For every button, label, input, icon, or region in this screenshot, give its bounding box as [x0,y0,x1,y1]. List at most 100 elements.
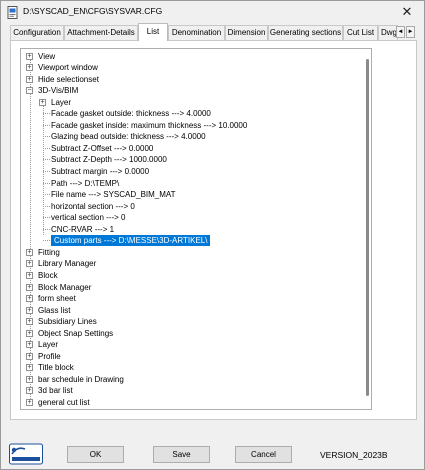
version-label: VERSION_2023B [320,450,388,460]
tree-item[interactable]: + Subsidiary Lines [21,316,366,327]
tree-child-item[interactable]: Custom parts ---> D:\MESSE\3D-ARTIKEL\ [21,235,366,247]
tree-item-label: bar schedule in Drawing [38,374,124,384]
tree-item[interactable]: + Block Manager [21,282,366,293]
tree-line [43,205,50,207]
expand-icon[interactable]: + [39,98,46,106]
expand-icon[interactable]: + [26,75,33,83]
expand-icon[interactable]: + [26,352,33,360]
tree-child-item[interactable]: Subtract Z-Depth ---> 1000.0000 [21,154,366,165]
syscad-logo [9,442,43,466]
expand-icon[interactable]: + [26,318,33,326]
cancel-button[interactable]: Cancel [235,446,292,463]
tree-child-item[interactable]: Glazing bead outside: thickness ---> 4.0… [21,131,366,142]
tree-item[interactable]: + Library Manager [21,258,366,269]
tree-item[interactable]: + Title block [21,362,366,373]
tree-line [43,147,50,149]
tree-item-label: Facade gasket inside: maximum thickness … [51,120,248,130]
tree-item-label: 3D-Vis/BIM [38,86,79,96]
tree-child-item[interactable]: Subtract margin ---> 0.0000 [21,166,366,177]
tree-item-label: Block [38,270,58,280]
expand-icon[interactable]: + [26,387,33,395]
tab-generating-sections[interactable]: Generating sections [268,25,343,40]
tree-child-item[interactable]: Facade gasket inside: maximum thickness … [21,120,366,131]
tree-line [43,159,50,161]
expand-icon[interactable]: + [26,306,33,314]
tree-item[interactable]: + Viewport window [21,62,366,73]
tree-scrollbar[interactable] [366,59,369,396]
tree-child-item[interactable]: Subtract Z-Offset ---> 0.0000 [21,143,366,154]
expand-icon[interactable]: + [26,295,33,303]
tree-item-label: View [38,51,56,61]
tree-line [43,124,50,126]
tree-item[interactable]: + general cut list [21,397,366,408]
tab-cut-list[interactable]: Cut List [343,25,378,40]
tree-item-label: Block Manager [38,282,92,292]
settings-tree[interactable]: + View + Viewport window + Hide selectionset −… [20,48,372,410]
tree-line [43,113,50,115]
tree-item-label: File name ---> SYSCAD_BIM_MAT [51,190,176,200]
expand-icon[interactable]: + [26,52,33,60]
tab-dwg[interactable]: Dwg [378,25,398,40]
tree-item[interactable]: + Fitting [21,247,366,258]
tree-child-item[interactable]: horizontal section ---> 0 [21,201,366,212]
tree-item-label: general cut list [38,398,90,407]
tree-child-item[interactable]: Path ---> D:\TEMP\ [21,178,366,189]
tab-configuration[interactable]: Configuration [10,25,64,40]
tree-line [43,228,50,230]
tab-list[interactable]: List [138,23,168,41]
document-icon [7,6,19,19]
tab-scroll-right-icon[interactable]: ► [406,26,415,38]
tree-child-item[interactable]: CNC-RVAR ---> 1 [21,224,366,235]
ok-button[interactable]: OK [67,446,124,463]
tree-item[interactable]: + Hide selectionset [21,74,366,85]
expand-icon[interactable]: + [26,260,33,268]
window-title: D:\SYSCAD_EN\CFG\SYSVAR.CFG [23,6,163,16]
tree-item-label: Subtract margin ---> 0.0000 [51,167,150,176]
tree-line [43,136,50,138]
expand-icon[interactable]: + [26,341,33,349]
tree-item-label: Library Manager [38,259,97,269]
tree-item[interactable]: + Layer [21,339,366,350]
tab-denomination[interactable]: Denomination [168,25,225,40]
expand-icon[interactable]: + [26,329,33,337]
tree-item[interactable]: + Profile [21,351,366,362]
tab-attachment-details[interactable]: Attachment-Details [64,25,138,40]
tree-child-item[interactable]: vertical section ---> 0 [21,212,366,223]
close-icon[interactable]: ✕ [396,2,418,22]
tab-bar: Configuration Attachment-Details List De… [10,23,417,41]
tree-item-label: Layer [38,340,59,350]
tree-item-label: Path ---> D:\TEMP\ [51,178,120,188]
expand-icon[interactable]: + [26,271,33,279]
tree-item-label: Glass list [38,305,71,315]
expand-icon[interactable]: + [26,375,33,383]
expand-icon[interactable]: + [26,283,33,291]
tree-item[interactable]: + bar schedule in Drawing [21,374,366,385]
tree-item-label: Glazing bead outside: thickness ---> 4.0… [51,132,206,142]
tree-item-label: Viewport window [38,63,98,73]
tree-item-label: CNC-RVAR ---> 1 [51,224,115,234]
tab-scroll-left-icon[interactable]: ◄ [396,26,405,38]
tab-dimension[interactable]: Dimension [225,25,268,40]
tree-item[interactable]: + form sheet [21,293,366,304]
expand-icon[interactable]: + [26,64,33,72]
tree-child-item[interactable]: Facade gasket outside: thickness ---> 4.… [21,108,366,119]
collapse-icon[interactable]: − [26,87,33,95]
tree-item-label: form sheet [38,294,76,304]
tree-item[interactable]: +bar optimisation [21,409,366,410]
tree-item-label: Subtract Z-Depth ---> 1000.0000 [51,155,167,165]
tree-line [43,171,50,172]
title-bar: D:\SYSCAD_EN\CFG\SYSVAR.CFG ✕ [1,1,424,23]
tree-item[interactable]: + View [21,51,366,62]
expand-icon[interactable]: + [26,399,33,406]
expand-icon[interactable]: + [26,364,33,372]
expand-icon[interactable]: + [26,248,33,256]
tree-item[interactable]: −3D-Vis/BIM [21,85,366,96]
tree-child-item[interactable]: + Layer [21,97,366,108]
tree-item[interactable]: + Object Snap Settings [21,328,366,339]
save-button[interactable]: Save [153,446,210,463]
tree-line [43,182,50,184]
tree-item[interactable]: + Block [21,270,366,281]
tree-child-item[interactable]: File name ---> SYSCAD_BIM_MAT [21,189,366,200]
tree-item[interactable]: +3d bar list [21,385,366,396]
tree-item[interactable]: + Glass list [21,305,366,316]
